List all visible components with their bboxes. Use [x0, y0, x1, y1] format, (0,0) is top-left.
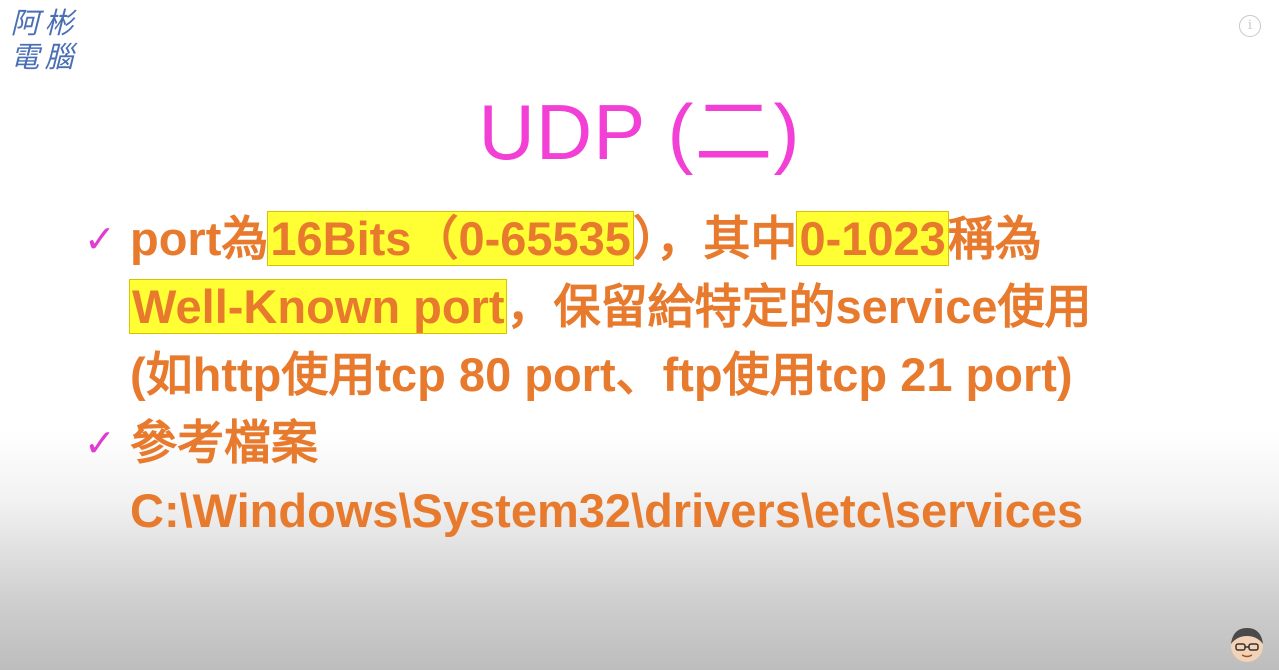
- channel-logo: 阿 彬 電 腦: [8, 6, 78, 76]
- checkmark-icon: ✓: [84, 217, 116, 261]
- logo-char: 腦: [44, 40, 74, 74]
- bullet-text: 稱為: [947, 212, 1042, 265]
- presenter-avatar-icon: [1231, 628, 1263, 662]
- highlight-well-known-range: 0-1023: [796, 211, 949, 266]
- file-path: C:\Windows\System32\drivers\etc\services: [130, 484, 1084, 537]
- bullet-1-line-2: Well-Known port，保留給特定的service使用: [84, 273, 1204, 341]
- bullet-1-line-3: (如http使用tcp 80 port、ftp使用tcp 21 port): [84, 341, 1204, 409]
- bullet-text: ），其中: [632, 212, 798, 265]
- logo-char: 阿: [10, 6, 40, 40]
- info-icon[interactable]: i: [1239, 15, 1261, 37]
- bullet-text: ，保留給特定的service使用: [506, 280, 1092, 333]
- bullet-text: (如http使用tcp 80 port、ftp使用tcp 21 port): [130, 348, 1073, 401]
- logo-char: 電: [10, 40, 40, 74]
- bullet-2-line-2: C:\Windows\System32\drivers\etc\services: [84, 477, 1204, 545]
- slide-content: ✓ port為16Bits（0-65535），其中0-1023稱為 Well-K…: [84, 205, 1204, 545]
- bullet-2-line-1: ✓ 參考檔案: [84, 409, 1204, 477]
- bullet-1-line-1: ✓ port為16Bits（0-65535），其中0-1023稱為: [84, 205, 1204, 273]
- bullet-text: port為: [130, 212, 269, 265]
- bullet-text: 參考檔案: [130, 416, 318, 469]
- highlight-well-known-port: Well-Known port: [128, 279, 508, 334]
- highlight-port-range: 16Bits（0-65535: [267, 211, 634, 266]
- slide-title: UDP (二): [478, 88, 801, 176]
- logo-char: 彬: [44, 6, 74, 40]
- checkmark-icon: ✓: [84, 421, 116, 465]
